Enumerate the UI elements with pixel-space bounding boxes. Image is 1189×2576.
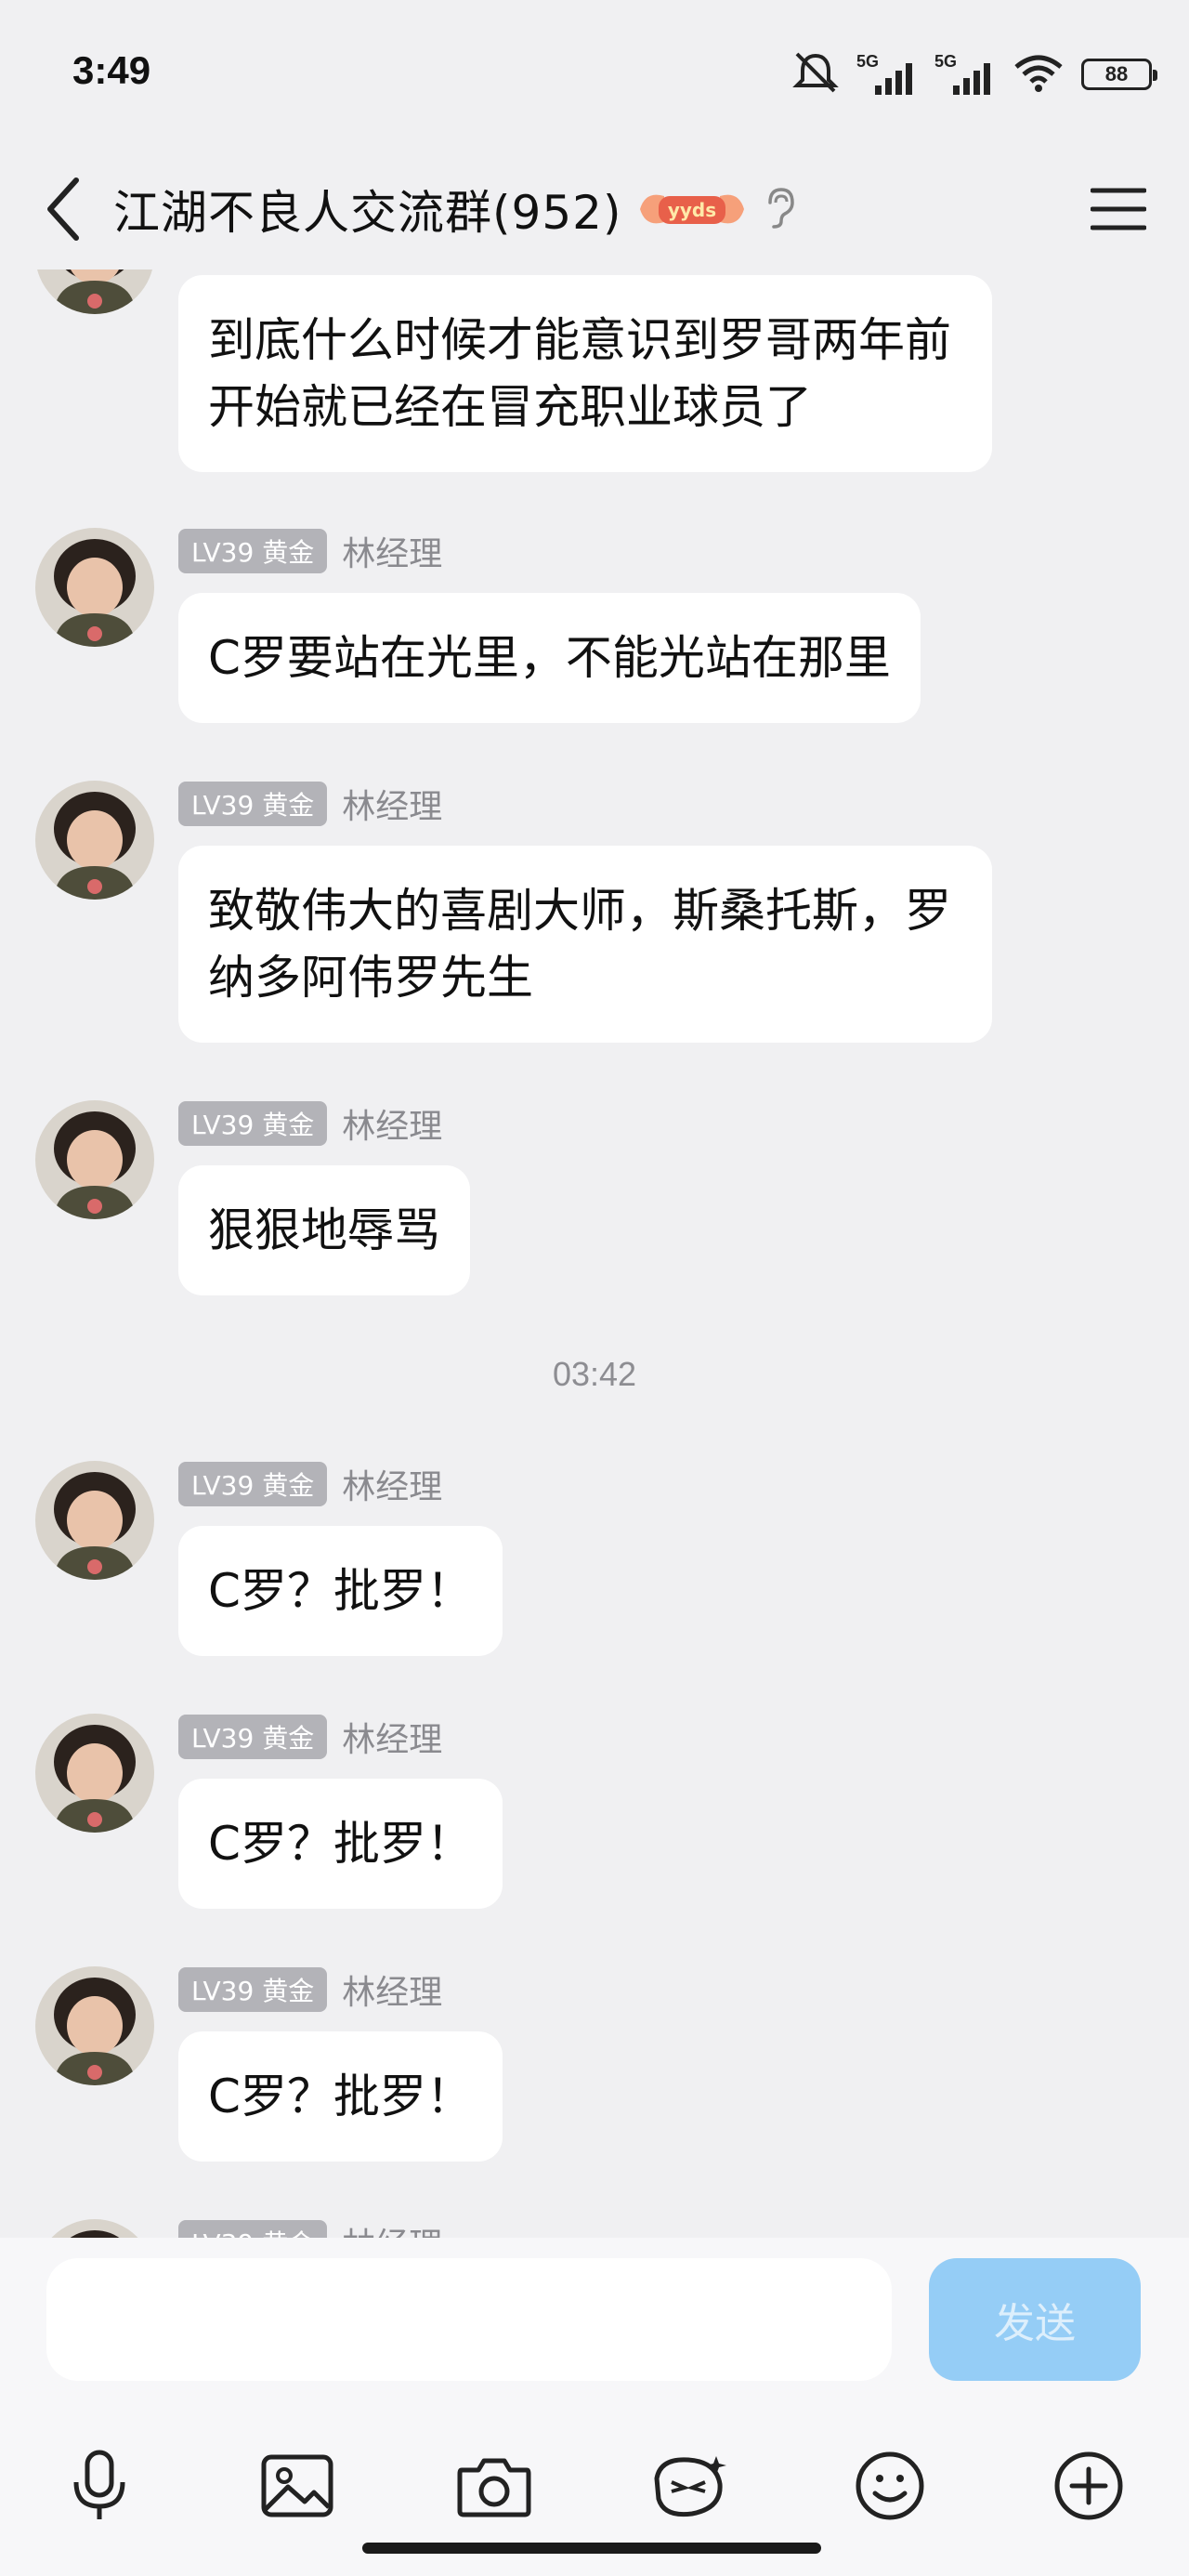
chat-header: 江湖不良人交流群(952) yyds [0,149,1189,269]
sender-name[interactable]: 林经理 [342,527,442,575]
level-badge: LV39 黄金 [178,2220,328,2238]
avatar[interactable] [35,528,154,647]
sender-name[interactable]: 林经理 [342,1099,442,1148]
avatar[interactable] [35,269,154,314]
input-area: 发送 [0,2238,1189,2576]
message-bubble[interactable]: C罗？批罗！ [178,1779,503,1909]
plus-icon[interactable] [1038,2435,1140,2537]
input-toolbar [0,2435,1189,2556]
microphone-icon[interactable] [48,2435,150,2537]
time-separator: 03:42 [552,1355,637,1393]
message-bubble[interactable]: 致敬伟大的喜剧大师，斯桑托斯，罗纳多阿伟罗先生 [178,846,992,1043]
image-icon[interactable] [246,2435,348,2537]
sender-name[interactable]: 林经理 [342,1460,442,1508]
message-bubble[interactable]: 到底什么时候才能意识到罗哥两年前开始就已经在冒充职业球员了 [178,275,992,472]
yyds-badge-icon: yyds [636,185,748,233]
message-input[interactable] [46,2258,892,2381]
status-time: 3:49 [72,48,151,92]
avatar[interactable] [35,781,154,900]
level-badge: LV39 黄金 [178,1101,328,1146]
avatar[interactable] [35,1966,154,2085]
sender-name[interactable]: 林经理 [342,1713,442,1761]
camera-icon[interactable] [443,2435,545,2537]
status-bar: 3:49 5G 5G 88 [0,0,1189,149]
wifi-icon [1013,52,1065,97]
back-button[interactable] [35,167,91,251]
message-meta: LV39 黄金 林经理 [178,1966,442,2013]
menu-button[interactable] [1081,172,1156,246]
mute-icon [791,50,840,99]
level-badge: LV39 黄金 [178,782,328,826]
level-badge: LV39 黄金 [178,1967,328,2012]
message-meta: LV39 黄金 林经理 [178,528,442,574]
signal-icon-1: 5G [856,52,918,97]
signal-icon-2: 5G [934,52,996,97]
message-bubble[interactable]: C罗？批罗！ [178,2031,503,2162]
message-meta: LV39 黄金 林经理 [178,1461,442,1507]
sender-name[interactable]: 林经理 [342,1965,442,2014]
level-badge: LV39 黄金 [178,529,328,573]
sender-name[interactable]: 林经理 [342,2218,442,2238]
svg-text:yyds: yyds [668,199,716,221]
sender-name[interactable]: 林经理 [342,780,442,828]
avatar[interactable] [35,1461,154,1580]
message-meta: LV39 黄金 林经理 [178,2219,442,2238]
message-bubble[interactable]: C罗要站在光里，不能光站在那里 [178,593,921,723]
chevron-left-icon [47,177,79,241]
message-bubble[interactable]: C罗？批罗！ [178,1526,503,1656]
message-meta: LV39 黄金 林经理 [178,1714,442,1760]
ear-icon[interactable] [763,186,796,232]
battery-indicator: 88 [1081,59,1157,90]
emoji-icon[interactable] [839,2435,941,2537]
avatar[interactable] [35,2219,154,2238]
avatar[interactable] [35,1714,154,1833]
title-group[interactable]: 江湖不良人交流群(952) yyds [113,167,796,251]
level-badge: LV39 黄金 [178,1462,328,1506]
message-bubble[interactable]: 狠狠地辱骂 [178,1165,470,1295]
avatar[interactable] [35,1100,154,1219]
message-meta: LV39 黄金 林经理 [178,1100,442,1147]
hamburger-menu-icon [1091,188,1146,230]
send-button[interactable]: 发送 [929,2258,1141,2381]
level-badge: LV39 黄金 [178,1715,328,1759]
chat-message-list[interactable]: 到底什么时候才能意识到罗哥两年前开始就已经在冒充职业球员了 LV39 黄金 林经… [0,269,1189,2238]
home-indicator[interactable] [362,2543,821,2554]
group-title: 江湖不良人交流群(952) [113,186,622,240]
message-meta: LV39 黄金 林经理 [178,781,442,827]
status-icons: 5G 5G 88 [791,48,1157,100]
sticker-icon[interactable] [639,2435,741,2537]
